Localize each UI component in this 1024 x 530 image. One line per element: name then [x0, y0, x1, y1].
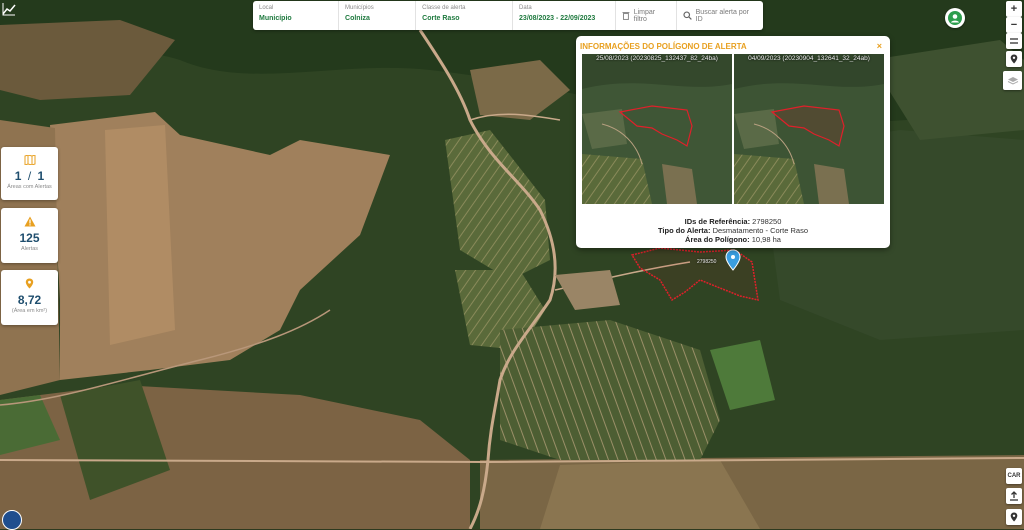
alert-info-popup: INFORMAÇÕES DO POLÍGONO DE ALERTA × 25/0… [576, 36, 890, 248]
areas-value-b: 1 [37, 169, 45, 183]
filter-data-label: Data [519, 5, 532, 11]
stat-card-alerts: 125 Alertas [1, 208, 58, 263]
search-alert-input[interactable]: Buscar alerta por ID [677, 1, 763, 30]
ref-value: 2798250 [752, 217, 782, 226]
upload-icon [1010, 491, 1018, 501]
type-label: Tipo do Alerta: [657, 226, 711, 235]
image-after-graphic [734, 54, 884, 204]
measure-button[interactable] [1006, 33, 1022, 49]
ruler-icon [1010, 38, 1018, 44]
type-value: Desmatamento - Corte Raso [712, 226, 809, 235]
filter-classe-label: Classe de alerta [422, 5, 466, 11]
chart-line-icon[interactable] [2, 2, 16, 16]
filter-local-label: Local [259, 5, 274, 11]
map-pin-icon [1010, 54, 1018, 64]
location-icon [1010, 512, 1018, 522]
user-avatar-button[interactable] [945, 8, 965, 28]
popup-title: INFORMAÇÕES DO POLÍGONO DE ALERTA [580, 42, 747, 51]
filter-municipio-value: Colniza [345, 15, 370, 22]
search-placeholder: Buscar alerta por ID [695, 8, 749, 23]
filter-local-value: Município [259, 15, 292, 22]
locate-button[interactable] [1006, 51, 1022, 67]
warning-icon [24, 216, 35, 227]
institution-logo [2, 510, 22, 530]
zoom-out-button[interactable]: − [1006, 17, 1022, 33]
image-before[interactable]: 25/08/2023 (20230825_132437_82_24ba) [582, 54, 732, 204]
stat-card-area: 8,72 (Área em km²) [1, 270, 58, 325]
filter-data-value: 23/08/2023 - 22/09/2023 [519, 15, 596, 22]
filter-municipio-label: Municípios [345, 5, 374, 11]
filter-local[interactable]: Local Município [253, 1, 340, 30]
area-label: (Área em km²) [11, 308, 48, 314]
area-value: 8,72 [17, 293, 42, 307]
trash-icon [622, 12, 630, 20]
filter-classe[interactable]: Classe de alerta Corte Raso [416, 1, 514, 30]
location-button[interactable] [1006, 509, 1022, 525]
areas-value-a: 1 [14, 169, 22, 183]
ref-label: IDs de Referência: [684, 217, 751, 226]
polygon-id-label: 2798250 [697, 259, 717, 265]
clear-filter-button[interactable]: Limpar filtro [616, 1, 677, 30]
image-after[interactable]: 04/09/2023 (20230904_132641_32_24ab) [734, 54, 884, 204]
filter-bar: Local Município Municípios Colniza Class… [253, 1, 763, 30]
search-icon [683, 11, 692, 20]
car-button[interactable]: CAR [1006, 468, 1022, 484]
layers-button[interactable] [1003, 71, 1022, 90]
filter-municipio[interactable]: Municípios Colniza [339, 1, 417, 30]
layers-icon [1007, 76, 1018, 85]
zoom-in-button[interactable]: + [1006, 1, 1022, 17]
image-before-caption: 25/08/2023 (20230825_132437_82_24ba) [596, 55, 718, 62]
areas-separator: / [27, 169, 32, 183]
popup-info: IDs de Referência: 2798250 Tipo do Alert… [576, 217, 890, 244]
image-before-graphic [582, 54, 732, 204]
user-icon [948, 11, 962, 25]
image-after-caption: 04/09/2023 (20230904_132641_32_24ab) [748, 55, 870, 62]
poly-area-value: 10,98 ha [751, 235, 781, 244]
popup-close-button[interactable]: × [877, 41, 882, 51]
alerts-value: 125 [19, 231, 40, 245]
filter-data[interactable]: Data 23/08/2023 - 22/09/2023 [513, 1, 616, 30]
clear-filter-label: Limpar filtro [633, 8, 656, 23]
filter-classe-value: Corte Raso [422, 15, 460, 22]
stat-card-areas: 1 / 1 Áreas com Alertas [1, 147, 58, 200]
location-pin-icon [25, 278, 34, 289]
map-book-icon [24, 155, 35, 165]
poly-area-label: Área do Polígono: [685, 235, 750, 244]
upload-button[interactable] [1006, 488, 1022, 504]
alerts-label: Alertas [20, 246, 39, 252]
areas-label: Áreas com Alertas [7, 184, 52, 190]
